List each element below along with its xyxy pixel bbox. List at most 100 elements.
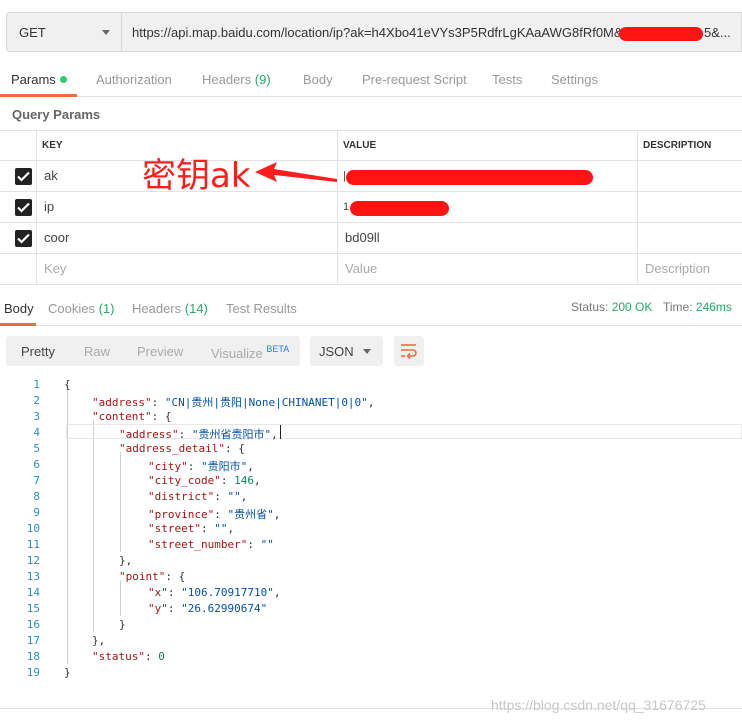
line-number: 4 <box>33 426 40 439</box>
row-checkbox[interactable] <box>15 168 32 185</box>
line-number: 18 <box>26 650 40 663</box>
value-fragment: 1 <box>343 201 350 213</box>
tab-settings[interactable]: Settings <box>551 72 598 87</box>
line-number: 7 <box>33 474 40 487</box>
status-label: Status: <box>571 300 609 314</box>
format-toolbar: Pretty Raw Preview Visualize BETA <box>6 336 300 366</box>
watermark: https://blog.csdn.net/qq_31676725 <box>491 697 706 713</box>
tab-body[interactable]: Body <box>303 72 333 87</box>
param-key[interactable]: ip <box>44 199 54 214</box>
code-line: "address": "CN|贵州|贵阳|None|CHINANET|0|0", <box>92 396 375 409</box>
table-divider <box>0 253 742 254</box>
checkmark-icon <box>17 233 30 244</box>
param-value[interactable]: bd09ll <box>345 230 380 245</box>
method-select[interactable]: GET <box>6 12 122 52</box>
request-tabs: Params Authorization Headers (9) Body Pr… <box>0 63 742 97</box>
arrow-left-icon <box>255 162 337 182</box>
line-number: 3 <box>33 410 40 423</box>
code-line: "x": "106.70917710", <box>148 586 281 599</box>
table-divider <box>36 130 37 285</box>
url-bar: GET https://api.map.baidu.com/location/i… <box>0 0 742 63</box>
line-number: 5 <box>33 442 40 455</box>
indent-guide <box>120 580 121 616</box>
table-divider <box>637 130 638 285</box>
line-number: 16 <box>26 618 40 631</box>
tab-label: Body <box>303 72 333 87</box>
line-number: 19 <box>26 666 40 679</box>
tab-tests[interactable]: Tests <box>492 72 522 87</box>
checkmark-icon <box>17 202 30 213</box>
table-divider <box>0 222 742 223</box>
json-value: 26.62990674 <box>187 602 261 615</box>
wrap-lines-button[interactable] <box>394 336 424 366</box>
url-text: https://api.map.baidu.com/location/ip?ak… <box>132 25 641 40</box>
response-body-editor[interactable]: 1 { 2 "address": "CN|贵州|贵阳|None|CHINANET… <box>0 376 742 686</box>
code-line: "y": "26.62990674" <box>148 602 268 615</box>
table-divider <box>0 160 742 161</box>
line-number: 1 <box>33 378 40 391</box>
response-tabs: Body Cookies (1) Headers (14) Test Resul… <box>0 286 742 326</box>
tab-pre-request-script[interactable]: Pre-request Script <box>362 72 467 87</box>
indent-guide <box>93 420 94 632</box>
line-number: 17 <box>26 634 40 647</box>
active-tab-indicator <box>0 323 36 326</box>
row-checkbox[interactable] <box>15 199 32 216</box>
line-number: 15 <box>26 602 40 615</box>
redaction-mark <box>619 27 703 41</box>
format-select[interactable]: JSON <box>310 336 383 366</box>
tab-label: Tests <box>492 72 523 87</box>
table-divider <box>0 130 742 131</box>
tab-cookies[interactable]: Cookies (1) <box>48 301 114 316</box>
line-number: 12 <box>26 554 40 567</box>
params-table: KEY VALUE DESCRIPTION ak | ip 1 coor bd0… <box>0 130 742 285</box>
chevron-down-icon <box>102 30 110 35</box>
url-tail: 5&... <box>704 25 731 40</box>
row-checkbox[interactable] <box>15 230 32 247</box>
pretty-button[interactable]: Pretty <box>21 344 55 359</box>
line-number: 11 <box>26 538 40 551</box>
tab-authorization[interactable]: Authorization <box>96 72 172 87</box>
json-value: 0 <box>158 650 165 663</box>
tab-count: (14) <box>184 301 208 316</box>
column-header-description: DESCRIPTION <box>643 140 712 151</box>
param-key[interactable]: ak <box>44 168 58 183</box>
json-value: 贵州省 <box>234 508 268 521</box>
tab-label: Pre-request Script <box>362 72 467 87</box>
line-number: 14 <box>26 586 40 599</box>
preview-button[interactable]: Preview <box>137 344 183 359</box>
raw-button[interactable]: Raw <box>84 344 110 359</box>
json-value: 贵阳市 <box>207 460 241 473</box>
tab-label: Authorization <box>96 72 172 87</box>
visualize-button[interactable]: Visualize BETA <box>211 344 289 361</box>
code-line: "district": "", <box>148 490 248 503</box>
param-key[interactable]: coor <box>44 230 69 245</box>
code-line: }, <box>119 554 133 567</box>
status-readout: Status: 200 OK <box>571 300 652 314</box>
tab-params[interactable]: Params <box>11 72 67 87</box>
tab-label: Body <box>4 301 34 316</box>
wrap-lines-icon <box>401 344 417 359</box>
line-number: 9 <box>33 506 40 519</box>
code-line: { <box>64 378 71 391</box>
code-line: "street": "", <box>148 522 235 535</box>
visualize-label: Visualize <box>211 346 263 361</box>
tab-response-body[interactable]: Body <box>4 301 34 316</box>
line-number: 6 <box>33 458 40 471</box>
table-divider <box>0 284 742 285</box>
key-input[interactable]: Key <box>44 261 66 276</box>
value-input[interactable]: Value <box>345 261 377 276</box>
tab-count: (9) <box>254 72 271 87</box>
code-line: } <box>119 618 126 631</box>
method-label: GET <box>19 25 46 40</box>
code-line: "address_detail": { <box>119 442 245 455</box>
query-params-title: Query Params <box>12 107 101 122</box>
tab-test-results[interactable]: Test Results <box>226 301 297 316</box>
time-label: Time: <box>663 300 693 314</box>
description-input[interactable]: Description <box>645 261 710 276</box>
tab-label: Headers <box>202 72 252 87</box>
modified-dot-icon <box>59 76 67 83</box>
tab-headers[interactable]: Headers (9) <box>202 72 271 87</box>
json-value: CN|贵州|贵阳|None|CHINANET|0|0 <box>171 396 362 409</box>
url-input[interactable]: https://api.map.baidu.com/location/ip?ak… <box>122 12 742 52</box>
tab-response-headers[interactable]: Headers (14) <box>132 301 208 316</box>
